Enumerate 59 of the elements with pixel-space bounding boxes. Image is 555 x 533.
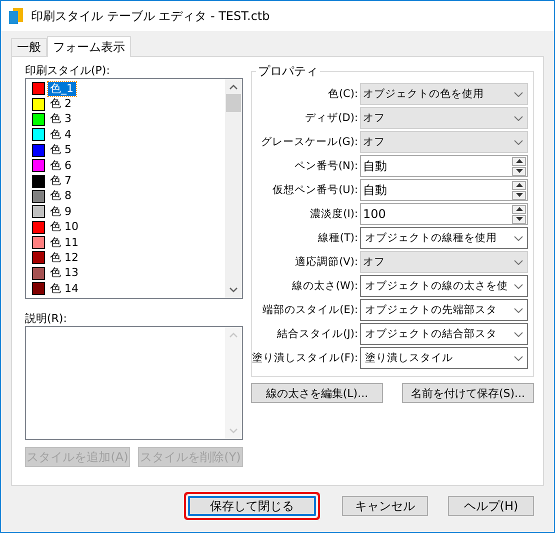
list-item[interactable]: 色_1	[48, 82, 76, 96]
property-label: 線種(T):	[318, 231, 358, 245]
chevron-icon	[514, 308, 523, 312]
list-item[interactable]: 色 9	[48, 204, 74, 219]
list-item[interactable]: 色 6	[48, 158, 74, 173]
list-item[interactable]: 色 2	[48, 97, 74, 112]
tab[interactable]: フォーム表示	[47, 36, 131, 57]
list-item[interactable]: 色 8	[48, 189, 74, 204]
chevron-icon	[514, 92, 523, 96]
list-item[interactable]: 色 12	[48, 250, 80, 265]
dropdown[interactable]: オフ	[360, 251, 528, 273]
list-item[interactable]: 色 10	[48, 220, 80, 234]
property-label: 結合スタイル(J):	[277, 327, 358, 341]
property-label: 塗り潰しスタイル(F):	[252, 351, 358, 365]
scroll-thumb[interactable]	[226, 94, 241, 112]
list-label: 印刷スタイル(P):	[25, 63, 111, 78]
dropdown[interactable]: オブジェクトの色を使用	[360, 83, 528, 105]
list-item[interactable]: 色 5	[48, 143, 74, 158]
list-item[interactable]: 色 13	[48, 266, 80, 280]
dialog-button[interactable]: キャンセル	[342, 496, 428, 516]
chevron-icon	[514, 116, 523, 120]
chevron-icon	[514, 140, 523, 144]
chevron-icon	[514, 332, 523, 336]
dropdown[interactable]: 塗り潰しスタイル	[360, 347, 528, 369]
dropdown[interactable]: オフ	[360, 131, 528, 153]
scroll-up-icon[interactable]	[229, 84, 238, 90]
chevron-icon	[514, 236, 523, 240]
property-label: ペン番号(N):	[294, 159, 358, 173]
property-label: 適応調節(V):	[295, 255, 358, 269]
group-title: プロパティ	[257, 63, 319, 80]
dropdown[interactable]: オブジェクトの結合部スタ	[360, 323, 528, 345]
chevron-icon	[514, 356, 523, 360]
property-label: 端部のスタイル(E):	[262, 303, 358, 317]
action-button[interactable]: 名前を付けて保存(S)...	[402, 383, 534, 403]
description-label: 説明(R):	[25, 311, 68, 326]
list-item[interactable]: 色 3	[48, 112, 74, 126]
property-label: 線の太さ(W):	[292, 279, 358, 293]
dropdown[interactable]: オブジェクトの線種を使用	[360, 227, 528, 249]
action-button[interactable]: 線の太さを編集(L)...	[251, 383, 383, 403]
chevron-icon	[514, 260, 523, 264]
dropdown[interactable]: オブジェクトの先端部スタ	[360, 299, 528, 321]
scrollbar[interactable]	[225, 79, 242, 298]
property-label: グレースケール(G):	[261, 135, 358, 149]
tab[interactable]: 一般	[11, 38, 47, 56]
chevron-icon	[514, 284, 523, 288]
dropdown[interactable]: オフ	[360, 107, 528, 129]
property-label: 濃淡度(I):	[310, 207, 358, 221]
property-label: 色(C):	[328, 87, 358, 101]
property-label: ディザ(D):	[305, 111, 358, 125]
dialog-button[interactable]: ヘルプ(H)	[448, 496, 534, 516]
list-item[interactable]: 色 4	[48, 128, 74, 142]
property-label: 仮想ペン番号(U):	[272, 183, 358, 197]
window-title: 印刷スタイル テーブル エディタ - TEST.ctb	[31, 8, 270, 24]
list-item[interactable]: 色 7	[48, 174, 74, 188]
list-item[interactable]: 色 11	[48, 236, 80, 250]
dropdown[interactable]: オブジェクトの線の太さを使	[360, 275, 528, 297]
scroll-down-icon[interactable]	[229, 287, 238, 293]
app-icon	[9, 8, 23, 24]
list-item[interactable]: 色 14	[48, 282, 80, 296]
